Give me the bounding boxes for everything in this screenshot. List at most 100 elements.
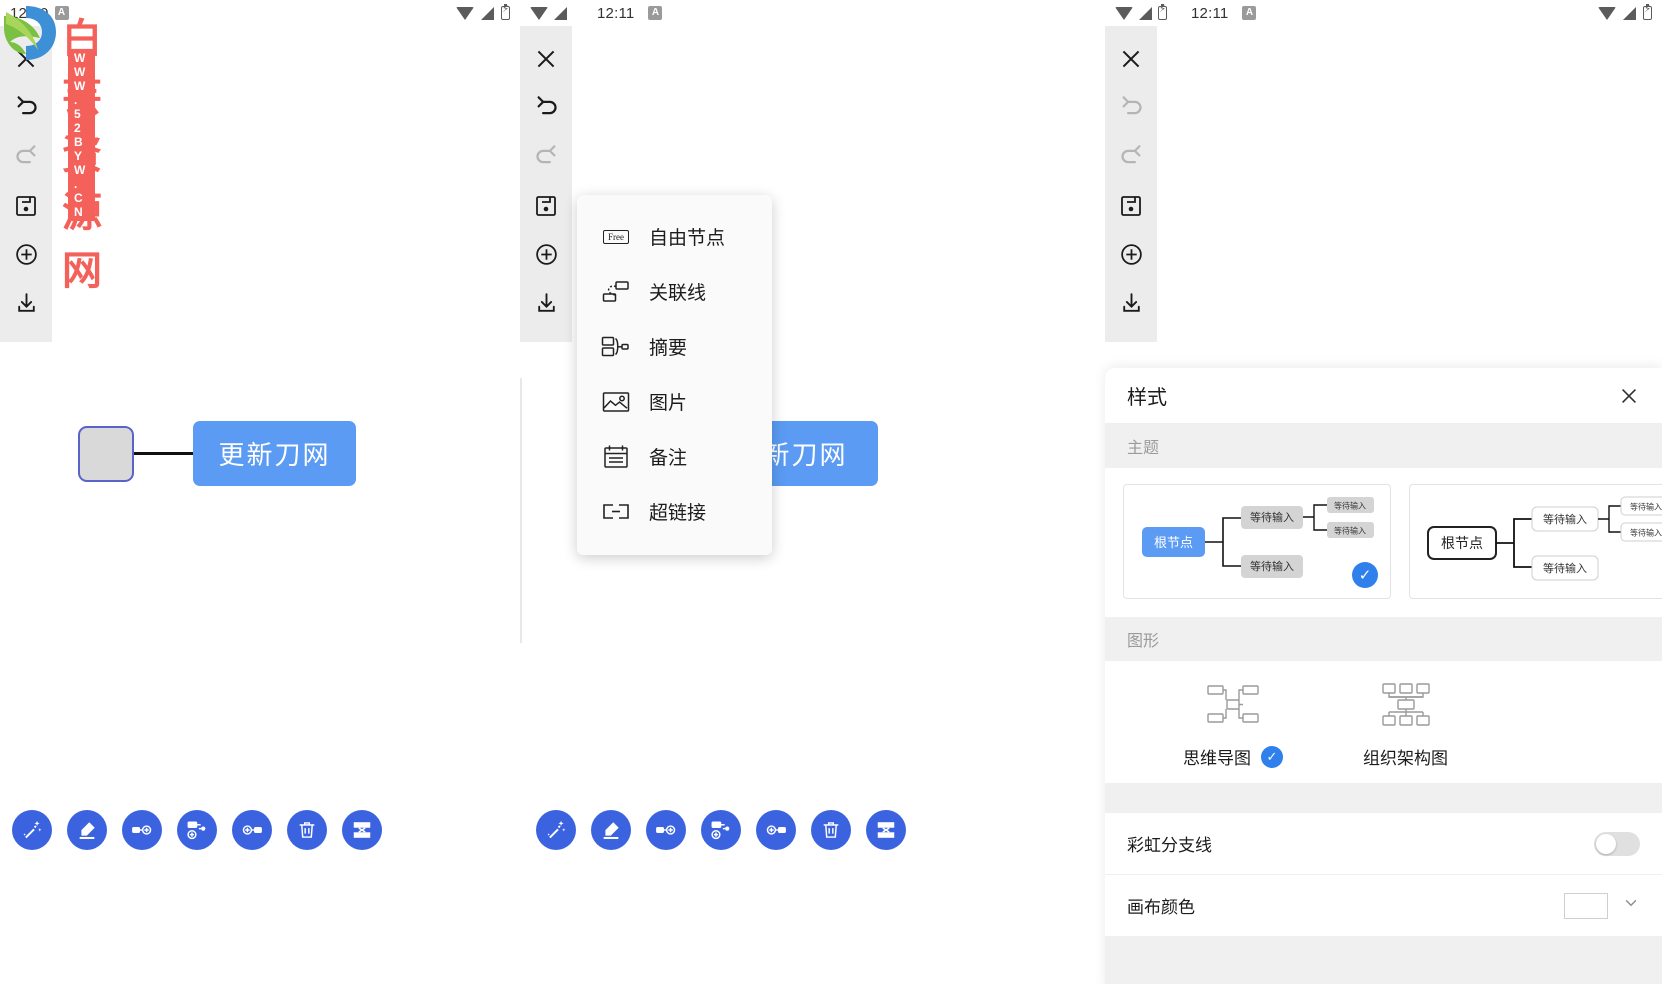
theme-section-label: 主题 bbox=[1105, 424, 1662, 468]
panel-divider bbox=[520, 378, 522, 643]
rainbow-branch-row[interactable]: 彩虹分支线 bbox=[1105, 813, 1662, 875]
menu-item-label: 图片 bbox=[649, 393, 688, 414]
menu-item-label: 超链接 bbox=[649, 503, 707, 524]
collapse-node-button[interactable] bbox=[342, 810, 382, 850]
menu-item-label: 备注 bbox=[649, 448, 688, 469]
theme-card-outline[interactable]: 根节点 等待输入 等待输入 等待输入 等待输入 bbox=[1409, 484, 1662, 599]
wifi-icon bbox=[530, 6, 548, 20]
menu-item-hyperlink[interactable]: 超链接 bbox=[577, 484, 772, 539]
collapse-node-button[interactable] bbox=[866, 810, 906, 850]
magic-wand-button[interactable] bbox=[12, 810, 52, 850]
style-panel-title: 样式 bbox=[1127, 387, 1167, 409]
undo-button[interactable] bbox=[520, 83, 572, 132]
mindmap-shape-icon bbox=[1207, 681, 1259, 734]
menu-item-relation-line[interactable]: 关联线 bbox=[577, 264, 772, 319]
left-toolbar-1 bbox=[0, 26, 52, 342]
redo-button[interactable] bbox=[1105, 132, 1157, 181]
shape-option-org-chart[interactable]: 组织架构图 bbox=[1363, 681, 1448, 769]
undo-button[interactable] bbox=[1105, 83, 1157, 132]
save-button[interactable] bbox=[520, 181, 572, 230]
menu-item-summary[interactable]: 摘要 bbox=[577, 319, 772, 374]
save-button[interactable] bbox=[0, 181, 52, 230]
redo-button[interactable] bbox=[520, 132, 572, 181]
style-panel: 样式 主题 根节点 等待输入 等待输入 等待输入 等待输入 ✓ 根节点 等待输入… bbox=[1105, 368, 1662, 984]
svg-text:等待输入: 等待输入 bbox=[1250, 510, 1294, 524]
canvas-color-swatch[interactable] bbox=[1564, 892, 1608, 919]
svg-text:等待输入: 等待输入 bbox=[1543, 561, 1587, 575]
relation-line-icon bbox=[599, 279, 633, 305]
battery-icon bbox=[501, 4, 510, 20]
canvas-color-label: 画布颜色 bbox=[1127, 898, 1195, 917]
add-sibling-left-button[interactable] bbox=[756, 810, 796, 850]
close-button[interactable] bbox=[0, 34, 52, 83]
shape-label-line: 组织架构图 bbox=[1363, 744, 1448, 769]
edit-button[interactable] bbox=[67, 810, 107, 850]
shape-section-label: 图形 bbox=[1105, 617, 1662, 661]
toggle-knob bbox=[1596, 833, 1616, 854]
shape-options-row: 思维导图 ✓ 组织架构图 bbox=[1105, 661, 1662, 783]
add-button[interactable] bbox=[0, 230, 52, 279]
signal-icon bbox=[1623, 6, 1636, 20]
svg-text:等待输入: 等待输入 bbox=[1250, 559, 1294, 573]
svg-text:根节点: 根节点 bbox=[1441, 535, 1483, 551]
menu-item-image[interactable]: 图片 bbox=[577, 374, 772, 429]
svg-text:等待输入: 等待输入 bbox=[1334, 501, 1366, 511]
signal-icon bbox=[481, 6, 494, 20]
screenshot-panel-2: 12:11 A 更新刀网 Free 自由节点 关联线 摘要 图片 备注 超链接 bbox=[520, 0, 1105, 984]
menu-item-label: 自由节点 bbox=[649, 228, 726, 249]
svg-text:等待输入: 等待输入 bbox=[1543, 512, 1587, 526]
note-icon bbox=[599, 444, 633, 470]
add-button[interactable] bbox=[1105, 230, 1157, 279]
statusbar-1: 12:10 A bbox=[0, 0, 520, 26]
statusbar-left-1: 12:10 A bbox=[10, 5, 69, 22]
magic-wand-button[interactable] bbox=[536, 810, 576, 850]
download-button[interactable] bbox=[1105, 279, 1157, 328]
wifi-icon bbox=[1115, 6, 1133, 20]
signal-icon bbox=[554, 6, 567, 20]
delete-node-button[interactable] bbox=[287, 810, 327, 850]
mindmap-empty-node[interactable] bbox=[78, 426, 134, 482]
menu-item-free-node[interactable]: Free 自由节点 bbox=[577, 209, 772, 264]
screenshot-panel-1: 12:10 A ⚡ 更新刀网 bbox=[0, 0, 520, 984]
menu-item-note[interactable]: 备注 bbox=[577, 429, 772, 484]
notification-a-icon: A bbox=[648, 6, 663, 20]
add-sibling-left-button[interactable] bbox=[232, 810, 272, 850]
section-divider bbox=[1105, 783, 1662, 813]
add-sibling-below-button[interactable] bbox=[701, 810, 741, 850]
rainbow-branch-toggle[interactable] bbox=[1594, 831, 1640, 856]
save-button[interactable] bbox=[1105, 181, 1157, 230]
battery-icon bbox=[1158, 4, 1167, 20]
download-button[interactable] bbox=[0, 279, 52, 328]
add-sibling-below-button[interactable] bbox=[177, 810, 217, 850]
close-icon[interactable] bbox=[1618, 385, 1640, 407]
menu-item-label: 关联线 bbox=[649, 283, 707, 304]
undo-button[interactable] bbox=[0, 83, 52, 132]
add-button[interactable] bbox=[520, 230, 572, 279]
canvas-color-control bbox=[1564, 892, 1640, 919]
delete-node-button[interactable] bbox=[811, 810, 851, 850]
redo-button[interactable] bbox=[0, 132, 52, 181]
free-node-icon: Free bbox=[599, 229, 633, 244]
download-button[interactable] bbox=[520, 279, 572, 328]
node-insert-context-menu: Free 自由节点 关联线 摘要 图片 备注 超链接 bbox=[577, 195, 772, 555]
status-time: 12:11 bbox=[597, 4, 635, 22]
action-bar-2 bbox=[536, 810, 906, 850]
menu-item-label: 摘要 bbox=[649, 338, 688, 359]
shape-option-mindmap[interactable]: 思维导图 ✓ bbox=[1183, 681, 1283, 769]
close-button[interactable] bbox=[1105, 34, 1157, 83]
svg-text:等待输入: 等待输入 bbox=[1630, 502, 1662, 512]
edit-button[interactable] bbox=[591, 810, 631, 850]
add-child-node-button[interactable] bbox=[646, 810, 686, 850]
rainbow-branch-label: 彩虹分支线 bbox=[1127, 836, 1212, 855]
chevron-down-icon[interactable] bbox=[1622, 894, 1640, 917]
theme-card-blue-filled[interactable]: 根节点 等待输入 等待输入 等待输入 等待输入 ✓ bbox=[1123, 484, 1391, 599]
image-icon bbox=[599, 390, 633, 414]
close-button[interactable] bbox=[520, 34, 572, 83]
shape-label-line: 思维导图 ✓ bbox=[1183, 744, 1283, 769]
add-child-node-button[interactable] bbox=[122, 810, 162, 850]
status-time: 12:11 bbox=[1191, 4, 1229, 22]
summary-icon bbox=[599, 334, 633, 360]
mindmap-root-node[interactable]: 更新刀网 bbox=[193, 421, 356, 486]
statusbar-right-3 bbox=[1598, 4, 1652, 20]
canvas-color-row[interactable]: 画布颜色 bbox=[1105, 875, 1662, 937]
